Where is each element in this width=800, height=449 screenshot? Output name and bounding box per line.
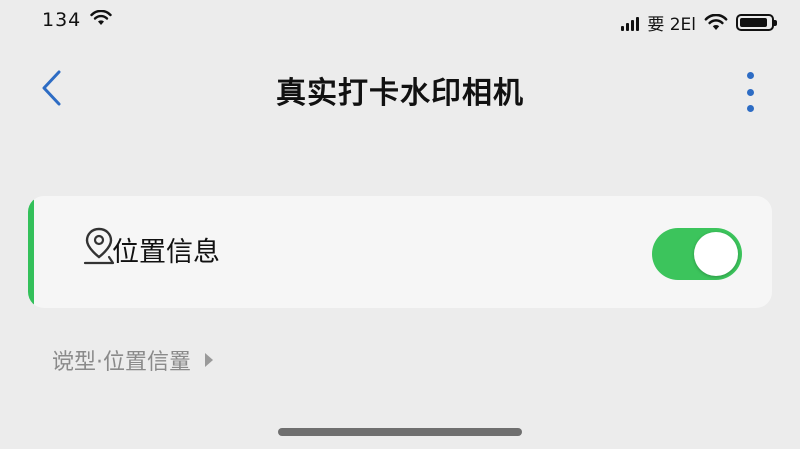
status-time: 134 — [42, 9, 82, 31]
toggle-knob — [694, 232, 738, 276]
location-setting-label: 位置信息 — [112, 237, 220, 268]
location-settings-link[interactable]: 谠型·位置信罿 — [52, 344, 215, 376]
battery-icon — [736, 14, 777, 31]
more-options-button[interactable] — [742, 72, 758, 112]
home-indicator[interactable] — [278, 428, 522, 436]
page-title: 真实打卡水印相机 — [276, 76, 524, 111]
location-setting-row: 位置信息 — [28, 196, 772, 308]
wifi-icon — [704, 14, 728, 30]
signal-icon — [621, 15, 640, 31]
location-pin-icon — [83, 227, 115, 265]
carrier-label: 要 2El — [647, 15, 696, 35]
screen: 134 要 2El 真实打卡水印相机 位置信息 谠型·位置信罿 — [0, 0, 800, 449]
wifi-icon — [90, 10, 112, 25]
card-accent-bar — [28, 196, 34, 308]
location-settings-link-label: 谠型·位置信罿 — [52, 350, 191, 375]
chevron-right-icon — [205, 353, 213, 367]
battery-fill — [740, 18, 767, 27]
status-right: 要 2El — [621, 10, 777, 35]
location-toggle[interactable] — [652, 228, 742, 280]
more-vertical-icon — [746, 72, 754, 79]
